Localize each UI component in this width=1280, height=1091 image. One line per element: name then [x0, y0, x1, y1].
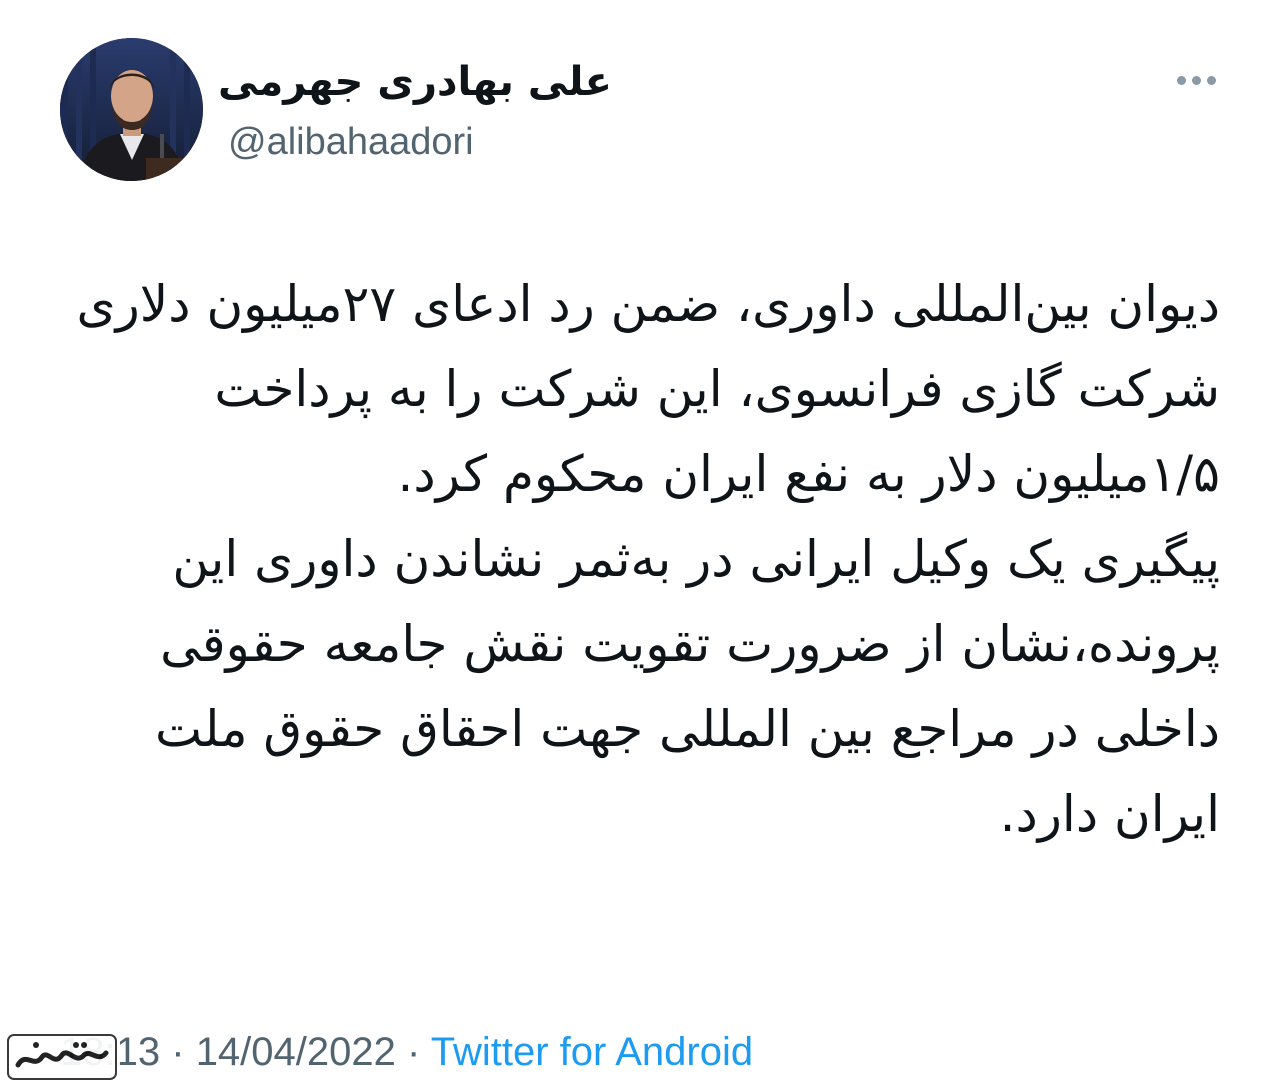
meta-separator: ·: [171, 1030, 185, 1074]
tweet-paragraph-2: پیگیری یک وکیل ایرانی در به‌ثمر نشاندن د…: [155, 530, 1220, 843]
avatar[interactable]: [60, 38, 203, 181]
user-handle[interactable]: @alibahaadori: [228, 118, 474, 166]
tweet-card: علی بهادری جهرمی @alibahaadori دیوان بین…: [0, 0, 1280, 1091]
display-name[interactable]: علی بهادری جهرمی: [218, 56, 612, 108]
tweet-text: دیوان بین‌المللی داوری، ضمن رد ادعای ۲۷م…: [60, 262, 1220, 857]
tweet-paragraph-1: دیوان بین‌المللی داوری، ضمن رد ادعای ۲۷م…: [76, 275, 1220, 503]
more-options-icon[interactable]: [1168, 60, 1224, 100]
meta-separator: ·: [407, 1030, 421, 1074]
tweet-meta: 18:13 · 14/04/2022 · Twitter for Android: [60, 1022, 753, 1082]
tweet-date[interactable]: 14/04/2022: [196, 1030, 396, 1074]
dot: [1176, 75, 1186, 85]
dot: [1206, 75, 1216, 85]
watermark-logo: [4, 1028, 120, 1086]
tweet-source-link[interactable]: Twitter for Android: [431, 1030, 753, 1074]
dot: [1191, 75, 1201, 85]
watermark-logo-icon: [7, 1034, 117, 1080]
avatar-photo: [60, 38, 203, 181]
